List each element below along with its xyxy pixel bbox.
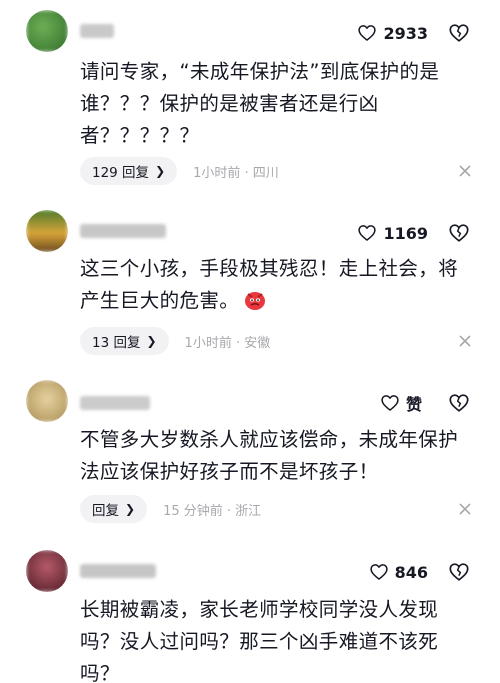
time-location: 1小时前 · 四川 <box>193 165 279 181</box>
reply-button[interactable]: 129 回复 ❯ <box>80 157 178 185</box>
heart-outline-icon <box>358 25 377 41</box>
comment-meta: 13 回复 ❯ 1小时前 · 安徽 <box>80 327 270 355</box>
dislike-heart-icon[interactable] <box>448 561 470 583</box>
close-icon[interactable] <box>458 164 472 178</box>
like-button[interactable]: 1169 <box>357 217 428 249</box>
comment-meta: 129 回复 ❯ 1小时前 · 四川 <box>80 157 279 185</box>
comment-meta: 回复 ❯ 15 分钟前 · 浙江 <box>80 495 261 523</box>
comment-item: 1169 这三个小孩，手段极其残忍！走上社会，将 产生巨大的危害。 13 回复 … <box>0 200 500 370</box>
heart-outline-icon <box>358 225 377 241</box>
close-icon[interactable] <box>458 334 472 348</box>
comment-item: 赞 不管多大岁数杀人就应该偿命，未成年保护 法应该保护好孩子而不是坏孩子！ 回复… <box>0 370 500 538</box>
comment-text: 不管多大岁数杀人就应该偿命，未成年保护 法应该保护好孩子而不是坏孩子！ <box>80 428 459 483</box>
reply-button[interactable]: 回复 ❯ <box>80 495 148 523</box>
chevron-right-icon: ❯ <box>155 164 166 178</box>
chevron-right-icon: ❯ <box>146 334 157 348</box>
time-location: 1小时前 · 安徽 <box>184 335 271 351</box>
avatar[interactable] <box>26 550 68 592</box>
like-count: 846 <box>394 562 428 582</box>
comment-item: 846 长期被霸凌，家长老师学校同学没人发现 吗？没人过问吗？那三个凶手难道不该… <box>0 538 500 683</box>
heart-outline-icon <box>369 564 388 580</box>
username[interactable] <box>80 564 156 578</box>
username[interactable] <box>80 396 150 410</box>
dislike-heart-icon[interactable] <box>448 392 470 414</box>
reply-button[interactable]: 13 回复 ❯ <box>80 327 169 355</box>
chevron-right-icon: ❯ <box>125 502 136 516</box>
comment-item: 2933 请问专家，“未成年保护法”到底保护的是 谁？？？保护的是被害者还是行凶… <box>0 0 500 200</box>
like-count: 1169 <box>383 223 428 243</box>
like-button[interactable]: 2933 <box>357 17 428 49</box>
angry-face-emoji <box>245 292 266 310</box>
username[interactable] <box>80 224 166 238</box>
avatar[interactable] <box>26 10 68 52</box>
username[interactable] <box>80 24 114 38</box>
dislike-heart-icon[interactable] <box>448 22 470 44</box>
like-button[interactable]: 赞 <box>380 387 422 419</box>
dislike-heart-icon[interactable] <box>448 222 470 244</box>
time-location: 15 分钟前 · 浙江 <box>163 503 262 519</box>
avatar[interactable] <box>26 210 68 252</box>
like-count: 2933 <box>383 23 428 43</box>
heart-outline-icon <box>381 395 399 411</box>
comment-text: 这三个小孩，手段极其残忍！走上社会，将 产生巨大的危害。 <box>80 257 459 312</box>
like-count: 赞 <box>405 395 422 414</box>
comment-text: 请问专家，“未成年保护法”到底保护的是 谁？？？保护的是被害者还是行凶 者？？？… <box>80 60 440 147</box>
comment-text: 长期被霸凌，家长老师学校同学没人发现 吗？没人过问吗？那三个凶手难道不该死 吗？ <box>80 598 439 683</box>
close-icon[interactable] <box>458 502 472 516</box>
like-button[interactable]: 846 <box>369 556 428 588</box>
avatar[interactable] <box>26 380 68 422</box>
